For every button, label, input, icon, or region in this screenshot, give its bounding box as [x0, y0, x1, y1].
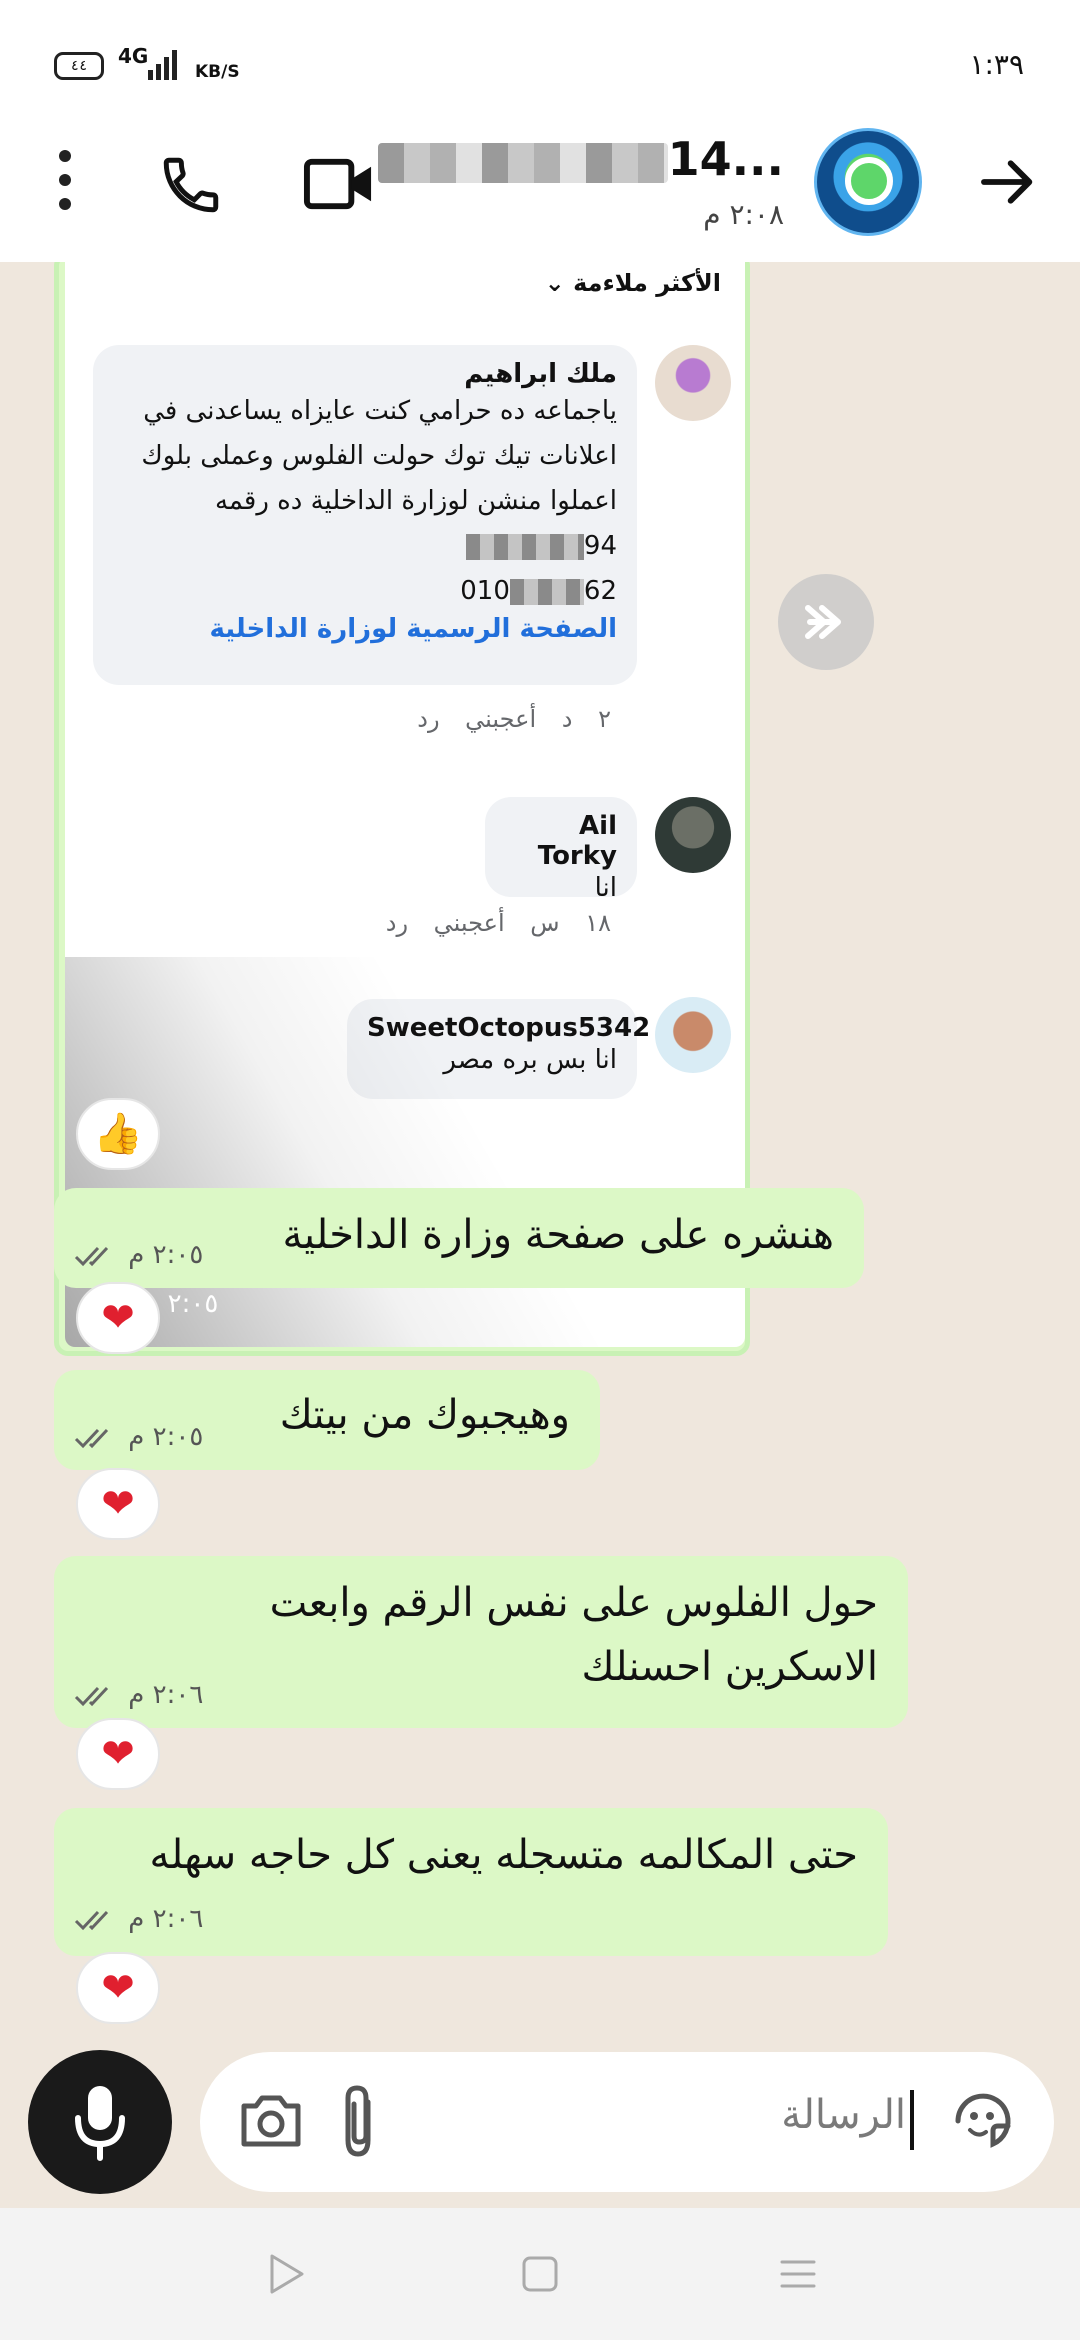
- battery-icon: ٤٤: [54, 52, 104, 80]
- nav-menu-icon[interactable]: [774, 2250, 822, 2298]
- sort-label: ⌄ الأكثر ملاءمة: [544, 269, 721, 297]
- comment-actions: ١٨ س أعجبني رد: [385, 909, 611, 937]
- video-camera-icon[interactable]: [302, 154, 376, 214]
- network-type: 4G: [118, 44, 149, 68]
- comment-bubble: ملك ابراهيم ياجماعه ده حرامي كنت عايزاه …: [93, 345, 637, 685]
- contact-name[interactable]: 14...: [376, 132, 784, 186]
- message-text-line: الاسكرين احسنلك: [581, 1644, 878, 1690]
- reaction-badge[interactable]: ❤: [76, 1952, 160, 2024]
- reaction-badge[interactable]: ❤: [76, 1468, 160, 1540]
- network-speed-unit: KB/S: [195, 62, 240, 82]
- whatsapp-logo-icon: [845, 157, 893, 205]
- blurred-name: [377, 142, 668, 183]
- double-check-icon: [74, 1428, 109, 1448]
- reaction-badge[interactable]: ❤: [76, 1718, 160, 1790]
- text-caret: [910, 2090, 914, 2150]
- message-text-line: حول الفلوس على نفس الرقم وابعت: [269, 1580, 878, 1626]
- comment-line: ياجماعه ده حرامي كنت عايزاه يساعدنى في: [143, 396, 617, 426]
- battery-level: ٤٤: [70, 58, 88, 74]
- arrow-right-icon[interactable]: [976, 150, 1040, 214]
- facebook-comments-screenshot: ⌄ الأكثر ملاءمة ملك ابراهيم ياجماعه ده ح…: [65, 262, 745, 1347]
- message-text: حتى المكالمه متسجله يعنى كل حاجه سهله: [149, 1832, 858, 1878]
- reaction-badge[interactable]: ❤: [76, 1282, 160, 1354]
- sticker-icon[interactable]: [948, 2086, 1018, 2156]
- comment-line: اعلانات تيك توك حولت الفلوس وعملى بلوك: [141, 441, 617, 471]
- contact-last-seen: ٢:٠٨ م: [703, 198, 784, 231]
- avatar: [655, 345, 731, 421]
- message-composer[interactable]: الرسالة: [200, 2052, 1054, 2192]
- blurred-digits: [465, 533, 584, 560]
- outgoing-message[interactable]: حتى المكالمه متسجله يعنى كل حاجه سهله ٢:…: [54, 1808, 888, 1956]
- phone-icon[interactable]: [158, 152, 224, 218]
- system-nav-bar: [0, 2208, 1080, 2340]
- mic-button[interactable]: [28, 2050, 172, 2194]
- contact-avatar[interactable]: [814, 128, 922, 236]
- status-bar: ٤٤ 4G KB/S ١:٣٩: [0, 0, 1080, 120]
- message-text: وهيجبوك من بيتك: [279, 1392, 570, 1438]
- double-check-icon: [74, 1246, 109, 1266]
- chat-area: ⌄ الأكثر ملاءمة ملك ابراهيم ياجماعه ده ح…: [0, 262, 1080, 2062]
- comment-bubble: SweetOctopus5342 انا بس بره مصر: [347, 999, 651, 1099]
- forward-icon: [805, 605, 841, 639]
- message-time: ٢:٠٥ م: [74, 1240, 203, 1270]
- phone-number: 010 62: [460, 576, 617, 606]
- outgoing-message[interactable]: حول الفلوس على نفس الرقم وابعت الاسكرين …: [54, 1556, 908, 1728]
- avatar: [655, 997, 731, 1073]
- comment-bubble: Ail Torky انا: [485, 797, 637, 903]
- chat-header: 14... ٢:٠٨ م: [0, 120, 1080, 262]
- blurred-digits: [509, 578, 584, 605]
- comment-actions: ٢ د أعجبني رد: [417, 705, 611, 733]
- comment-author: ملك ابراهيم: [464, 359, 617, 389]
- attach-clip-icon[interactable]: [330, 2080, 390, 2164]
- comment-link: الصفحة الرسمية لوزارة الداخلية: [209, 614, 618, 644]
- nav-back-triangle-icon[interactable]: [262, 2250, 310, 2298]
- contact-name-suffix: 14...: [667, 132, 784, 186]
- more-vert-icon[interactable]: [48, 150, 84, 210]
- message-text: هنشره على صفحة وزارة الداخلية: [282, 1212, 834, 1258]
- comment-author: Ail Torky: [537, 811, 617, 871]
- double-check-icon: [74, 1686, 109, 1706]
- status-time: ١:٣٩: [969, 48, 1024, 81]
- double-check-icon: [74, 1910, 109, 1930]
- comment-text: انا: [594, 873, 617, 903]
- microphone-icon: [75, 2086, 125, 2161]
- avatar: [655, 797, 731, 873]
- signal-icon: [148, 50, 178, 80]
- message-time: ٢:٠٥ م: [74, 1422, 203, 1452]
- message-time: ٢:٠٦ م: [74, 1904, 203, 1934]
- nav-home-square-icon[interactable]: [516, 2250, 564, 2298]
- reaction-badge[interactable]: 👍: [76, 1098, 160, 1170]
- camera-icon[interactable]: [238, 2090, 304, 2150]
- comment-line: اعملوا منشن لوزارة الداخلية ده رقمه: [214, 486, 617, 516]
- outgoing-message[interactable]: هنشره على صفحة وزارة الداخلية ٢:٠٥ م: [54, 1188, 864, 1288]
- outgoing-message[interactable]: وهيجبوك من بيتك ٢:٠٥ م: [54, 1370, 600, 1470]
- comment-text: انا بس بره مصر: [443, 1045, 617, 1075]
- message-input[interactable]: الرسالة: [781, 2092, 906, 2138]
- message-time: ٢:٠٦ م: [74, 1680, 203, 1710]
- phone-number: 94: [113, 524, 617, 569]
- forward-button[interactable]: [778, 574, 874, 670]
- comment-author: SweetOctopus5342: [367, 1013, 651, 1043]
